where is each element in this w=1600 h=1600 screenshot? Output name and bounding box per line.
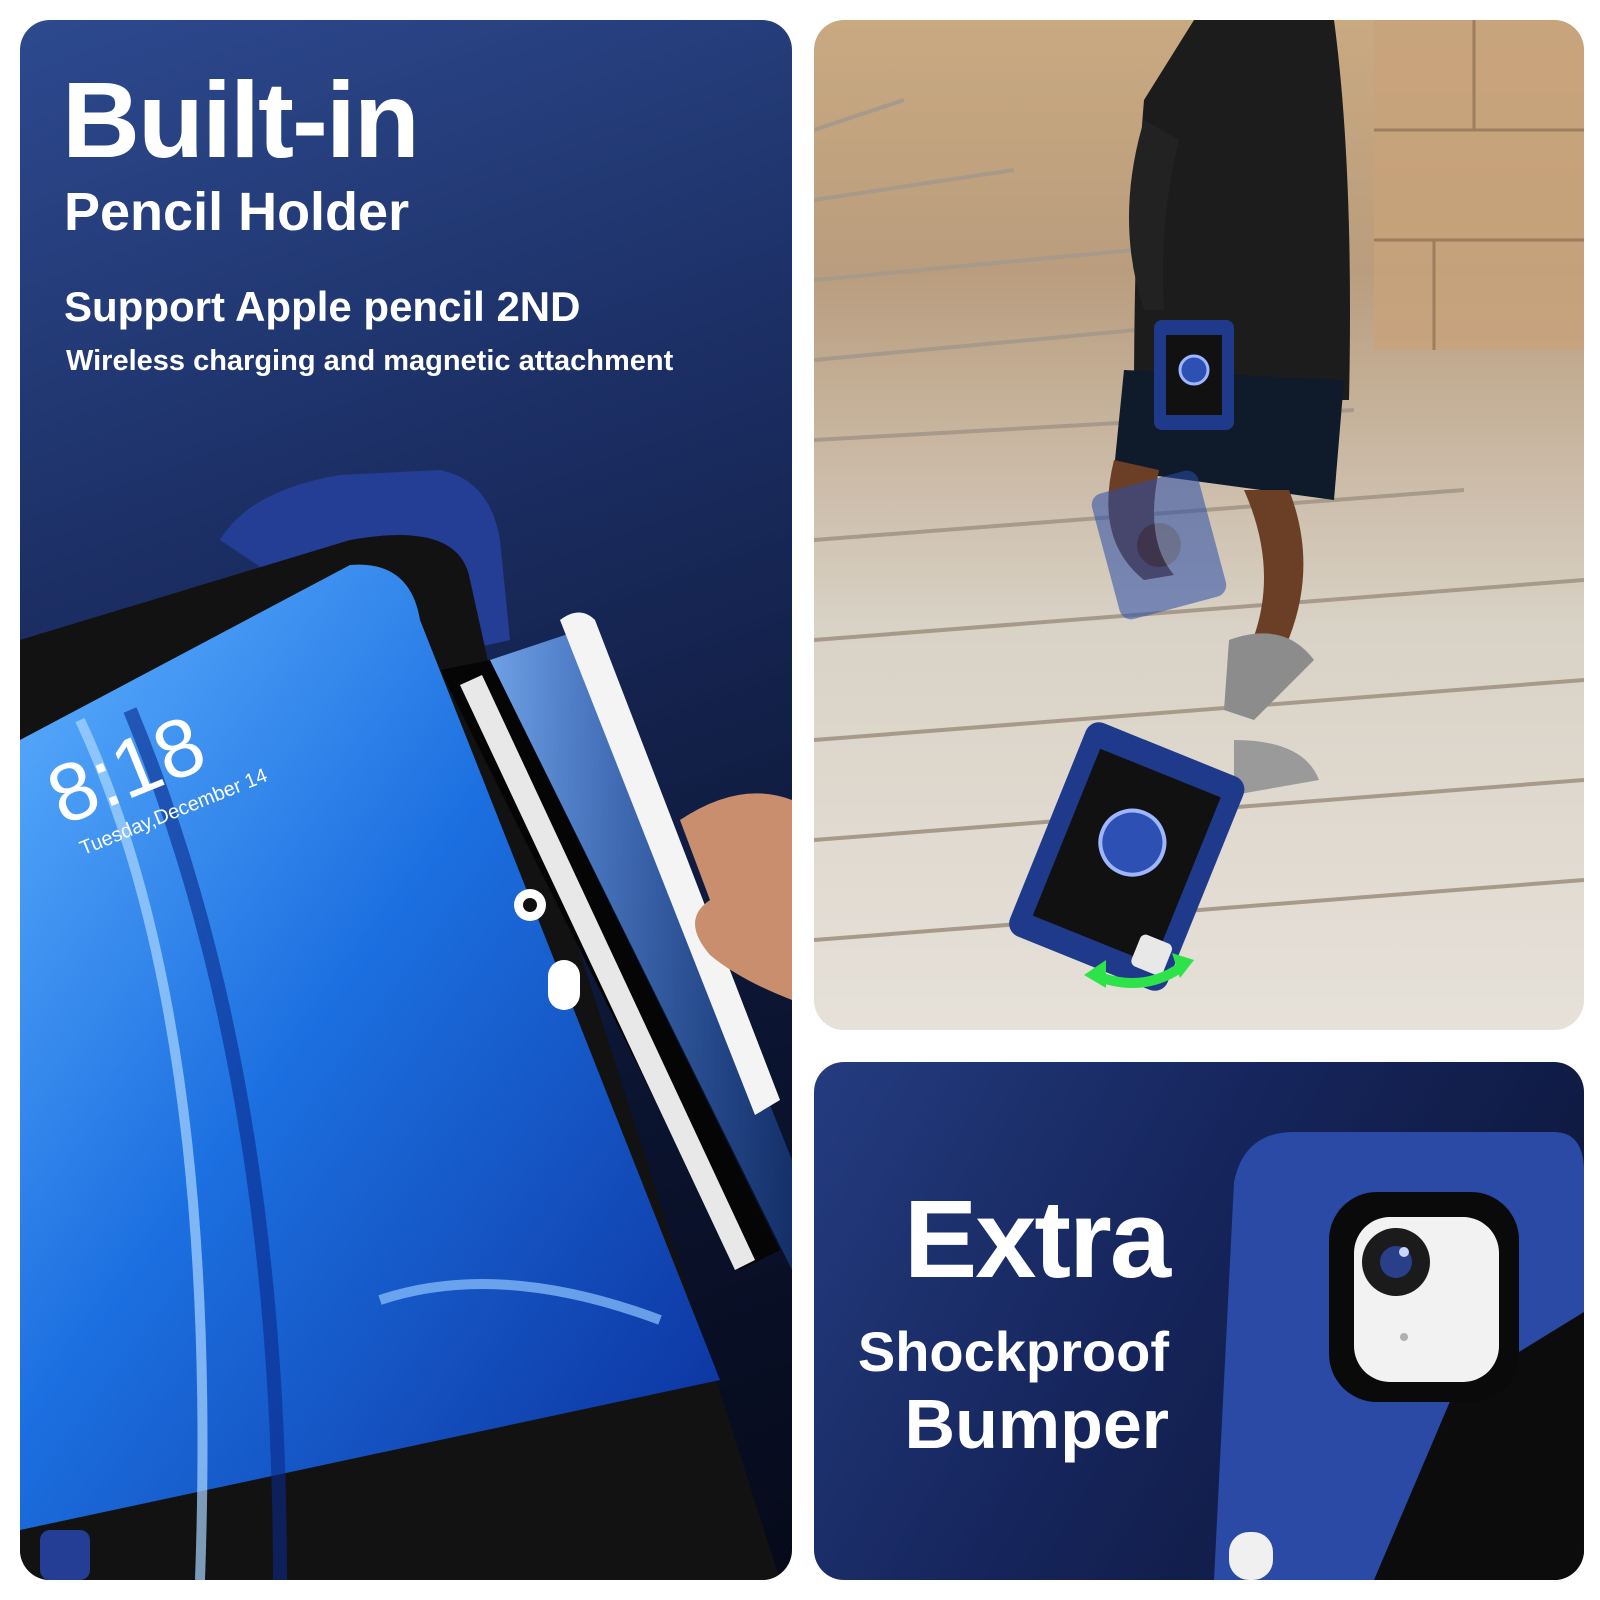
tablet-case-falling-blur [1091, 470, 1227, 620]
feature-title: Support Apple pencil 2ND [64, 283, 581, 330]
pencil-tip [1229, 1532, 1273, 1580]
microphone-icon [1400, 1333, 1408, 1341]
feature-detail: Wireless charging and magnetic attachmen… [66, 345, 674, 377]
shockproof-label: Shockproof [857, 1320, 1169, 1383]
stairs-photo-panel [814, 20, 1584, 1030]
runner-on-stairs-illustration [814, 20, 1584, 991]
stone-wall [1374, 20, 1584, 350]
pencil-holder-panel: Built-in Pencil Holder Support Apple pen… [20, 20, 792, 1580]
sensor-icon [548, 960, 580, 1010]
subheading: Pencil Holder [64, 182, 410, 242]
extra-heading: Extra [903, 1178, 1171, 1301]
tablet-case-held [1154, 320, 1234, 430]
heading: Built-in [62, 59, 420, 180]
tablet-case-dropped [1009, 722, 1245, 991]
shockproof-bumper-panel: Extra Shockproof Bumper [814, 1062, 1584, 1580]
bumper-corner-bottom [40, 1530, 90, 1580]
bumper-label: Bumper [904, 1385, 1169, 1463]
